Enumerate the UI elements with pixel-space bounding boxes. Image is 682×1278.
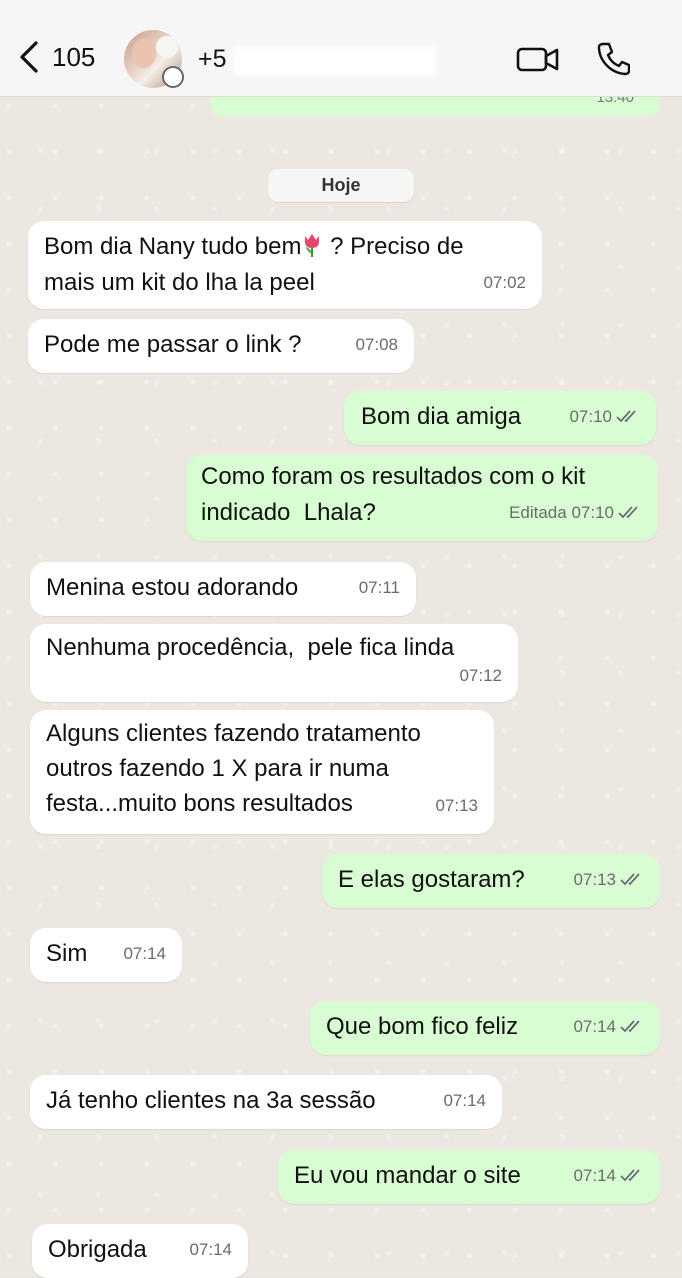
message-text: Bom dia Nany tudo bem ? Preciso de mais … (44, 233, 464, 296)
message-bubble-incoming[interactable]: Nenhuma procedência, pele fica linda 07:… (30, 624, 518, 702)
message-text: E elas gostaram? (338, 866, 525, 893)
double-check-icon (620, 1020, 640, 1033)
chat-header: 105 +5 (0, 0, 682, 97)
message-text: Pode me passar o link ? (44, 331, 302, 358)
date-separator: Hoje (268, 169, 414, 202)
message-text: Eu vou mandar o site (294, 1162, 521, 1189)
message-text: Menina estou adorando (46, 574, 299, 601)
chevron-left-icon (20, 41, 38, 73)
message-text: Nenhuma procedência, pele fica linda (46, 634, 455, 661)
message-text: Que bom fico feliz (326, 1013, 519, 1040)
video-call-icon[interactable] (516, 44, 560, 74)
message-time-row: 07:10 (569, 399, 640, 435)
message-time-row: 07:14 (573, 1009, 644, 1045)
edited-label: Editada (509, 503, 567, 522)
message-bubble-incoming[interactable]: Pode me passar o link ? 07:08 (28, 319, 414, 373)
message-time-row: Editada 07:10 (509, 495, 642, 531)
message-time: 07:10 (569, 407, 612, 426)
message-text: Sim (46, 940, 88, 967)
double-check-icon (620, 873, 640, 886)
double-check-icon (620, 1169, 640, 1182)
message-time: 07:14 (573, 1017, 616, 1036)
double-check-icon (616, 410, 636, 423)
message-bubble-outgoing[interactable]: Eu vou mandar o site 07:14 (278, 1150, 660, 1204)
contact-name[interactable]: +5 (198, 45, 227, 74)
message-text: Bom dia amiga (361, 403, 522, 430)
message-text: Alguns clientes fazendo tratamento outro… (46, 720, 421, 817)
message-time: 07:11 (358, 578, 400, 597)
double-check-icon (618, 506, 638, 519)
message-bubble-incoming[interactable]: Bom dia Nany tudo bem ? Preciso de mais … (28, 221, 542, 309)
message-text: Obrigada (48, 1236, 147, 1263)
message-bubble-incoming[interactable]: Obrigada 07:14 (32, 1224, 248, 1278)
tulip-icon (305, 234, 320, 257)
phone-call-icon[interactable] (596, 40, 630, 76)
message-text: Já tenho clientes na 3a sessão (46, 1087, 376, 1114)
message-time: 07:13 (573, 870, 616, 889)
message-bubble-incoming[interactable]: Alguns clientes fazendo tratamento outro… (30, 710, 494, 834)
message-time: 07:14 (573, 1166, 616, 1185)
message-time: 07:14 (189, 1240, 232, 1259)
message-bubble-outgoing[interactable]: Bom dia amiga 07:10 (344, 391, 656, 445)
message-bubble-incoming[interactable]: Já tenho clientes na 3a sessão 07:14 (30, 1075, 502, 1129)
message-time: 07:14 (123, 944, 166, 963)
redacted-phone-number (232, 46, 436, 76)
message-time-row: 07:13 (573, 862, 644, 898)
message-bubble-incoming[interactable]: Sim 07:14 (30, 928, 182, 982)
message-bubble-incoming[interactable]: Menina estou adorando 07:11 (30, 562, 416, 616)
status-clock-icon (162, 66, 184, 88)
message-time: 07:08 (355, 335, 398, 354)
message-time: 07:12 (459, 666, 502, 685)
message-bubble-outgoing[interactable]: Que bom fico feliz 07:14 (310, 1001, 660, 1055)
message-time: 07:10 (571, 503, 614, 522)
message-time-row: 07:14 (573, 1158, 644, 1194)
message-time: 07:14 (443, 1091, 486, 1110)
message-time: 07:13 (435, 796, 478, 815)
message-time: 07:02 (483, 273, 526, 292)
back-button[interactable]: 105 (18, 40, 95, 74)
unread-count: 105 (52, 41, 96, 72)
message-bubble-outgoing[interactable]: E elas gostaram? 07:13 (322, 854, 660, 908)
message-bubble-outgoing[interactable]: Como foram os resultados com o kit indic… (186, 455, 658, 541)
